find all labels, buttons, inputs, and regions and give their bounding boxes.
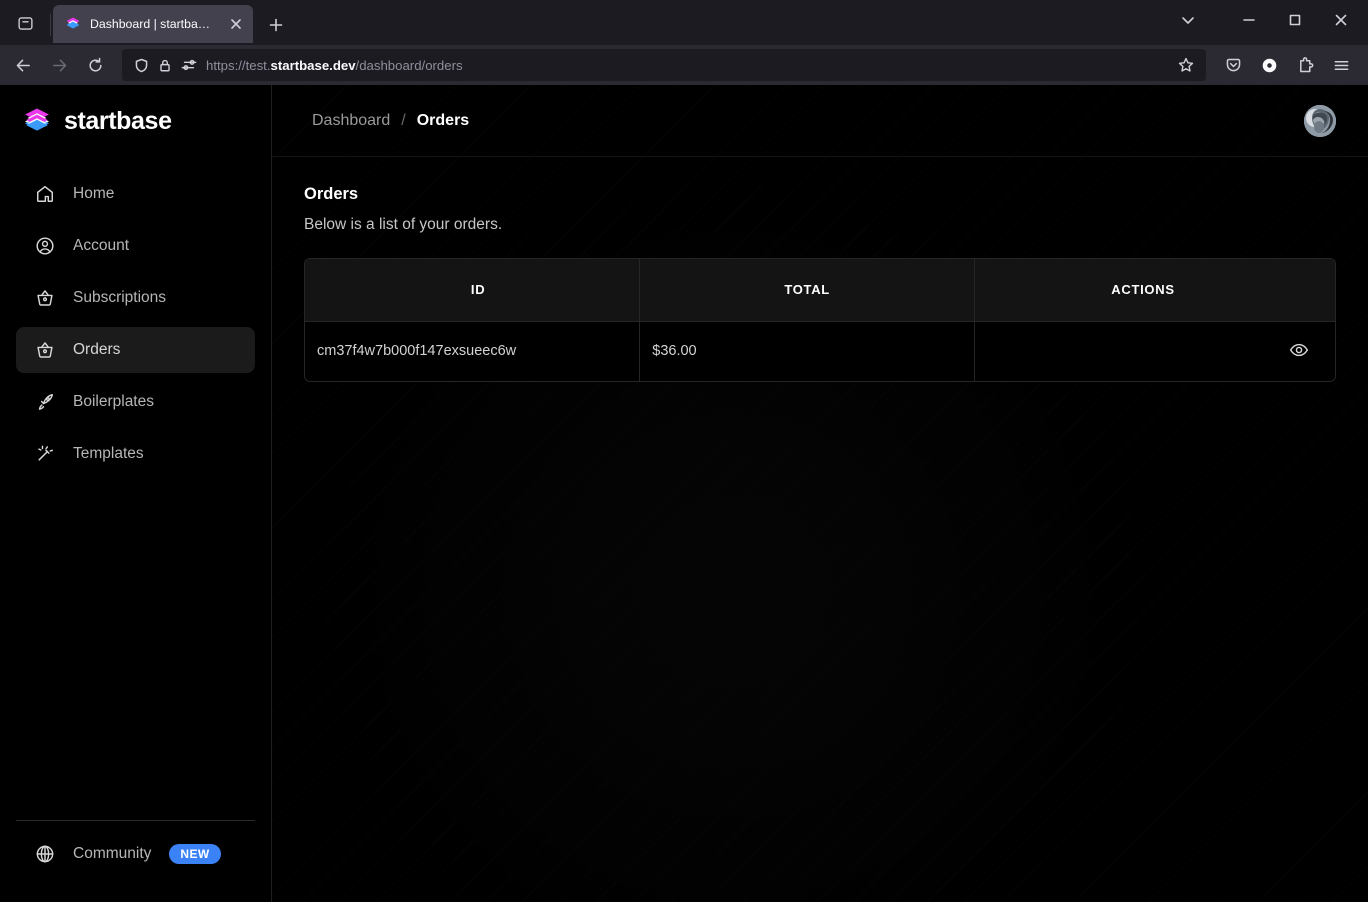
eye-icon[interactable] bbox=[1287, 338, 1311, 362]
table-header-row: ID TOTAL ACTIONS bbox=[305, 259, 1335, 321]
tab-strip: Dashboard | startbase.dev bbox=[0, 0, 1368, 45]
back-button[interactable] bbox=[6, 49, 40, 81]
url-path: /dashboard/orders bbox=[355, 57, 463, 73]
extensions-icon[interactable] bbox=[1288, 49, 1322, 81]
app-sidebar: startbase Home Account Subscriptions Ord… bbox=[0, 85, 272, 902]
cell-order-id: cm37f4w7b000f147exsueec6w bbox=[305, 320, 641, 381]
tabstrip-divider bbox=[50, 14, 51, 36]
forward-button[interactable] bbox=[42, 49, 76, 81]
arrow-right-icon bbox=[52, 59, 66, 71]
startbase-layers-icon bbox=[22, 106, 52, 136]
user-circle-icon bbox=[34, 236, 55, 257]
home-icon bbox=[34, 184, 55, 205]
startbase-layers-icon bbox=[65, 16, 81, 32]
column-header-total: TOTAL bbox=[639, 259, 975, 321]
sidebar-item-account[interactable]: Account bbox=[16, 223, 255, 269]
sidebar-item-boilerplates[interactable]: Boilerplates bbox=[16, 379, 255, 425]
rocket-icon bbox=[34, 392, 55, 413]
url-text: https://test.startbase.dev/dashboard/ord… bbox=[206, 58, 1163, 73]
cell-order-total: $36.00 bbox=[639, 320, 975, 381]
bookmark-star-icon[interactable] bbox=[1172, 51, 1200, 79]
firefox-view-icon bbox=[17, 16, 33, 30]
sidebar-item-label: Boilerplates bbox=[73, 393, 154, 410]
sidebar-nav: Home Account Subscriptions Orders Boiler… bbox=[0, 157, 271, 477]
page-title: Orders bbox=[304, 185, 359, 203]
close-tab-icon[interactable] bbox=[225, 13, 247, 35]
sidebar-item-home[interactable]: Home bbox=[16, 171, 255, 217]
basket-icon bbox=[34, 340, 55, 361]
sidebar-item-label: Subscriptions bbox=[73, 289, 167, 306]
permissions-icon[interactable] bbox=[181, 58, 197, 72]
brand-name: startbase bbox=[64, 106, 172, 135]
breadcrumb: Dashboard / Orders bbox=[312, 112, 469, 130]
orders-table: ID TOTAL ACTIONS cm37f4w7b000f147exsueec… bbox=[304, 258, 1336, 382]
maximize-button[interactable] bbox=[1272, 0, 1318, 40]
magic-wand-icon bbox=[34, 444, 55, 465]
url-subdomain: test. bbox=[245, 57, 271, 73]
sidebar-item-orders[interactable]: Orders bbox=[16, 327, 255, 373]
sidebar-item-community[interactable]: Community NEW bbox=[0, 843, 271, 902]
address-bar[interactable]: https://test.startbase.dev/dashboard/ord… bbox=[122, 49, 1206, 81]
tab-list-chevron-down-icon[interactable] bbox=[1168, 0, 1208, 40]
close-window-button[interactable] bbox=[1318, 0, 1364, 40]
avatar-photo bbox=[1304, 104, 1336, 137]
browser-tab[interactable]: Dashboard | startbase.dev bbox=[53, 5, 253, 43]
lock-icon[interactable] bbox=[158, 58, 172, 73]
browser-window: Dashboard | startbase.dev bbox=[0, 0, 1368, 902]
orders-page: Orders Below is a list of your orders. I… bbox=[272, 157, 1368, 902]
tab-title: Dashboard | startbase.dev bbox=[90, 17, 216, 31]
sidebar-item-templates[interactable]: Templates bbox=[16, 431, 255, 477]
community-label: Community bbox=[73, 844, 152, 862]
window-controls bbox=[1168, 0, 1364, 45]
table-header: ID TOTAL ACTIONS bbox=[305, 259, 1335, 321]
app-menu-icon[interactable] bbox=[1324, 49, 1358, 81]
sidebar-item-label: Templates bbox=[73, 445, 144, 462]
main-content: Dashboard / Orders Orders Below is a lis… bbox=[272, 85, 1368, 902]
basket-icon bbox=[34, 288, 55, 309]
sidebar-divider bbox=[16, 820, 255, 821]
page-topbar: Dashboard / Orders bbox=[272, 85, 1368, 157]
cell-order-actions bbox=[974, 320, 1335, 381]
column-header-id: ID bbox=[305, 259, 641, 321]
url-scheme: https:// bbox=[206, 57, 246, 73]
minimize-button[interactable] bbox=[1226, 0, 1272, 40]
avatar[interactable] bbox=[1304, 104, 1336, 137]
reload-button[interactable] bbox=[78, 49, 112, 81]
web-page: startbase Home Account Subscriptions Ord… bbox=[0, 85, 1368, 902]
sidebar-item-subscriptions[interactable]: Subscriptions bbox=[16, 275, 255, 321]
arrow-left-icon bbox=[16, 59, 30, 71]
globe-icon bbox=[34, 843, 55, 864]
pocket-icon[interactable] bbox=[1216, 49, 1250, 81]
table-body: cm37f4w7b000f147exsueec6w $36.00 bbox=[305, 320, 1335, 381]
brand-logo[interactable]: startbase bbox=[0, 85, 271, 157]
column-header-actions: ACTIONS bbox=[1111, 282, 1175, 298]
toolbar-actions bbox=[1216, 49, 1362, 81]
account-icon[interactable] bbox=[1252, 49, 1286, 81]
list-all-tabs-button[interactable] bbox=[4, 3, 46, 43]
sidebar-item-label: Account bbox=[73, 237, 130, 254]
new-tab-button[interactable] bbox=[259, 8, 293, 42]
reload-icon bbox=[88, 57, 102, 72]
breadcrumb-separator: / bbox=[401, 111, 406, 129]
shield-icon[interactable] bbox=[134, 58, 149, 73]
browser-toolbar: https://test.startbase.dev/dashboard/ord… bbox=[0, 45, 1368, 85]
table-row: cm37f4w7b000f147exsueec6w $36.00 bbox=[305, 320, 1335, 381]
status-badge: NEW bbox=[169, 843, 221, 864]
plus-icon bbox=[269, 18, 283, 32]
url-domain: startbase.dev bbox=[270, 57, 356, 73]
breadcrumb-dashboard[interactable]: Dashboard bbox=[312, 112, 390, 130]
page-subtitle: Below is a list of your orders. bbox=[304, 216, 503, 233]
sidebar-item-label: Orders bbox=[73, 341, 121, 358]
breadcrumb-current: Orders bbox=[416, 111, 470, 129]
sidebar-item-label: Home bbox=[73, 185, 115, 202]
